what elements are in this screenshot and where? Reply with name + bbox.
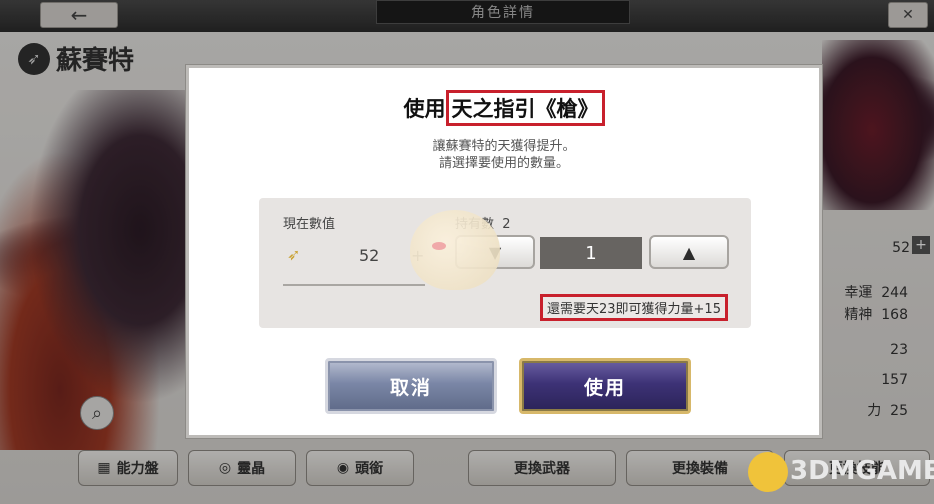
watermark-mascot bbox=[410, 210, 500, 290]
use-item-dialog: 使用天之指引《槍》 讓蘇賽特的天獲得提升。 請選擇要使用的數量。 現在數值 持有… bbox=[186, 65, 822, 438]
dialog-description: 讓蘇賽特的天獲得提升。 請選擇要使用的數量。 bbox=[432, 139, 576, 171]
requirement-hint: 還需要天23即可獲得力量+15 bbox=[540, 294, 728, 321]
triangle-up-icon: ▲ bbox=[682, 242, 696, 262]
watermark-logo bbox=[748, 452, 788, 492]
quantity-panel: 現在數值 持有數 2 ➶ 52 + ▼ 1 ▲ 還需要天23即可獲得力量+15 bbox=[259, 198, 751, 328]
wing-icon: ➶ bbox=[287, 245, 301, 264]
use-button[interactable]: 使用 bbox=[519, 358, 691, 414]
dialog-title: 使用 天之指引《槍》 bbox=[189, 90, 819, 126]
current-value: 52 bbox=[359, 246, 380, 265]
current-value-label: 現在數值 bbox=[283, 217, 336, 232]
watermark-text: 3DMGAME bbox=[790, 456, 934, 486]
quantity-value: 1 bbox=[540, 237, 642, 269]
cancel-button[interactable]: 取消 bbox=[325, 358, 497, 414]
divider bbox=[283, 284, 425, 286]
item-name-highlight: 天之指引《槍》 bbox=[445, 90, 605, 126]
increase-button[interactable]: ▲ bbox=[649, 235, 729, 269]
